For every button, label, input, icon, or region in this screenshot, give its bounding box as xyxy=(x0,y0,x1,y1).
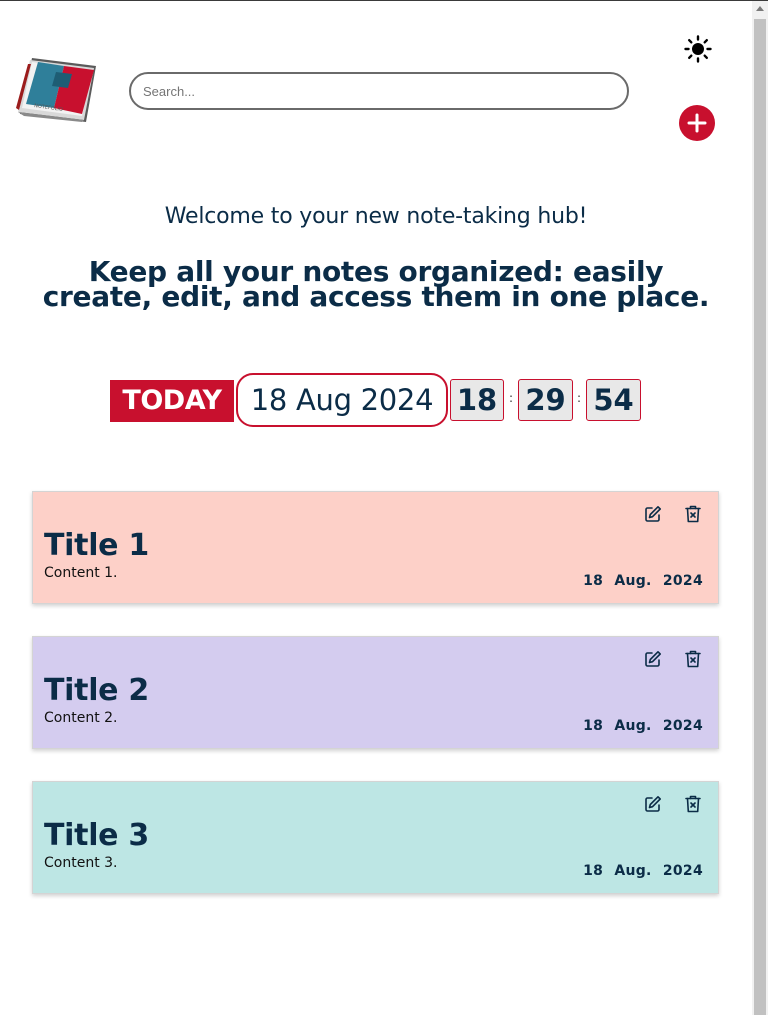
note-date: 18 Aug. 2024 xyxy=(583,573,703,589)
note-card[interactable]: Title 2 Content 2. 18 Aug. 2024 xyxy=(32,636,719,749)
clock-hours: 18 xyxy=(450,379,504,421)
page-tagline: Keep all your notes organized: easily cr… xyxy=(42,255,710,313)
clock-separator: : xyxy=(577,391,582,405)
today-date: 18 Aug 2024 xyxy=(236,373,448,427)
note-card[interactable]: Title 1 Content 1. 18 Aug. 2024 xyxy=(32,491,719,604)
note-content: Content 2. xyxy=(44,710,118,726)
add-note-button[interactable] xyxy=(679,105,715,141)
note-title: Title 1 xyxy=(44,528,149,563)
note-title: Title 2 xyxy=(44,673,149,708)
vertical-scrollbar[interactable] xyxy=(752,1,768,1015)
delete-icon[interactable] xyxy=(683,504,703,524)
scrollbar-thumb[interactable] xyxy=(754,19,766,1015)
note-date: 18 Aug. 2024 xyxy=(583,718,703,734)
welcome-text: Welcome to your new note-taking hub! xyxy=(164,204,588,229)
clock-seconds: 54 xyxy=(586,379,641,421)
note-content: Content 3. xyxy=(44,855,118,871)
edit-icon[interactable] xyxy=(643,504,663,524)
note-title: Title 3 xyxy=(44,818,149,853)
delete-icon[interactable] xyxy=(683,794,703,814)
notebook-logo-icon: NOTEFOLIO xyxy=(16,58,96,122)
plus-icon xyxy=(687,113,707,133)
clock-minutes: 29 xyxy=(518,379,573,421)
note-card[interactable]: Title 3 Content 3. 18 Aug. 2024 xyxy=(32,781,719,894)
clock-separator: : xyxy=(509,391,514,405)
scroll-up-arrow-icon[interactable] xyxy=(756,6,764,11)
today-label: TODAY xyxy=(110,380,234,422)
note-content: Content 1. xyxy=(44,565,118,581)
delete-icon[interactable] xyxy=(683,649,703,669)
edit-icon[interactable] xyxy=(643,649,663,669)
window-top-border xyxy=(0,0,768,1)
theme-toggle-button[interactable] xyxy=(684,35,712,63)
note-date: 18 Aug. 2024 xyxy=(583,863,703,879)
sun-icon xyxy=(684,35,712,63)
search-input[interactable] xyxy=(129,72,629,110)
edit-icon[interactable] xyxy=(643,794,663,814)
app-logo[interactable]: NOTEFOLIO xyxy=(16,58,98,124)
